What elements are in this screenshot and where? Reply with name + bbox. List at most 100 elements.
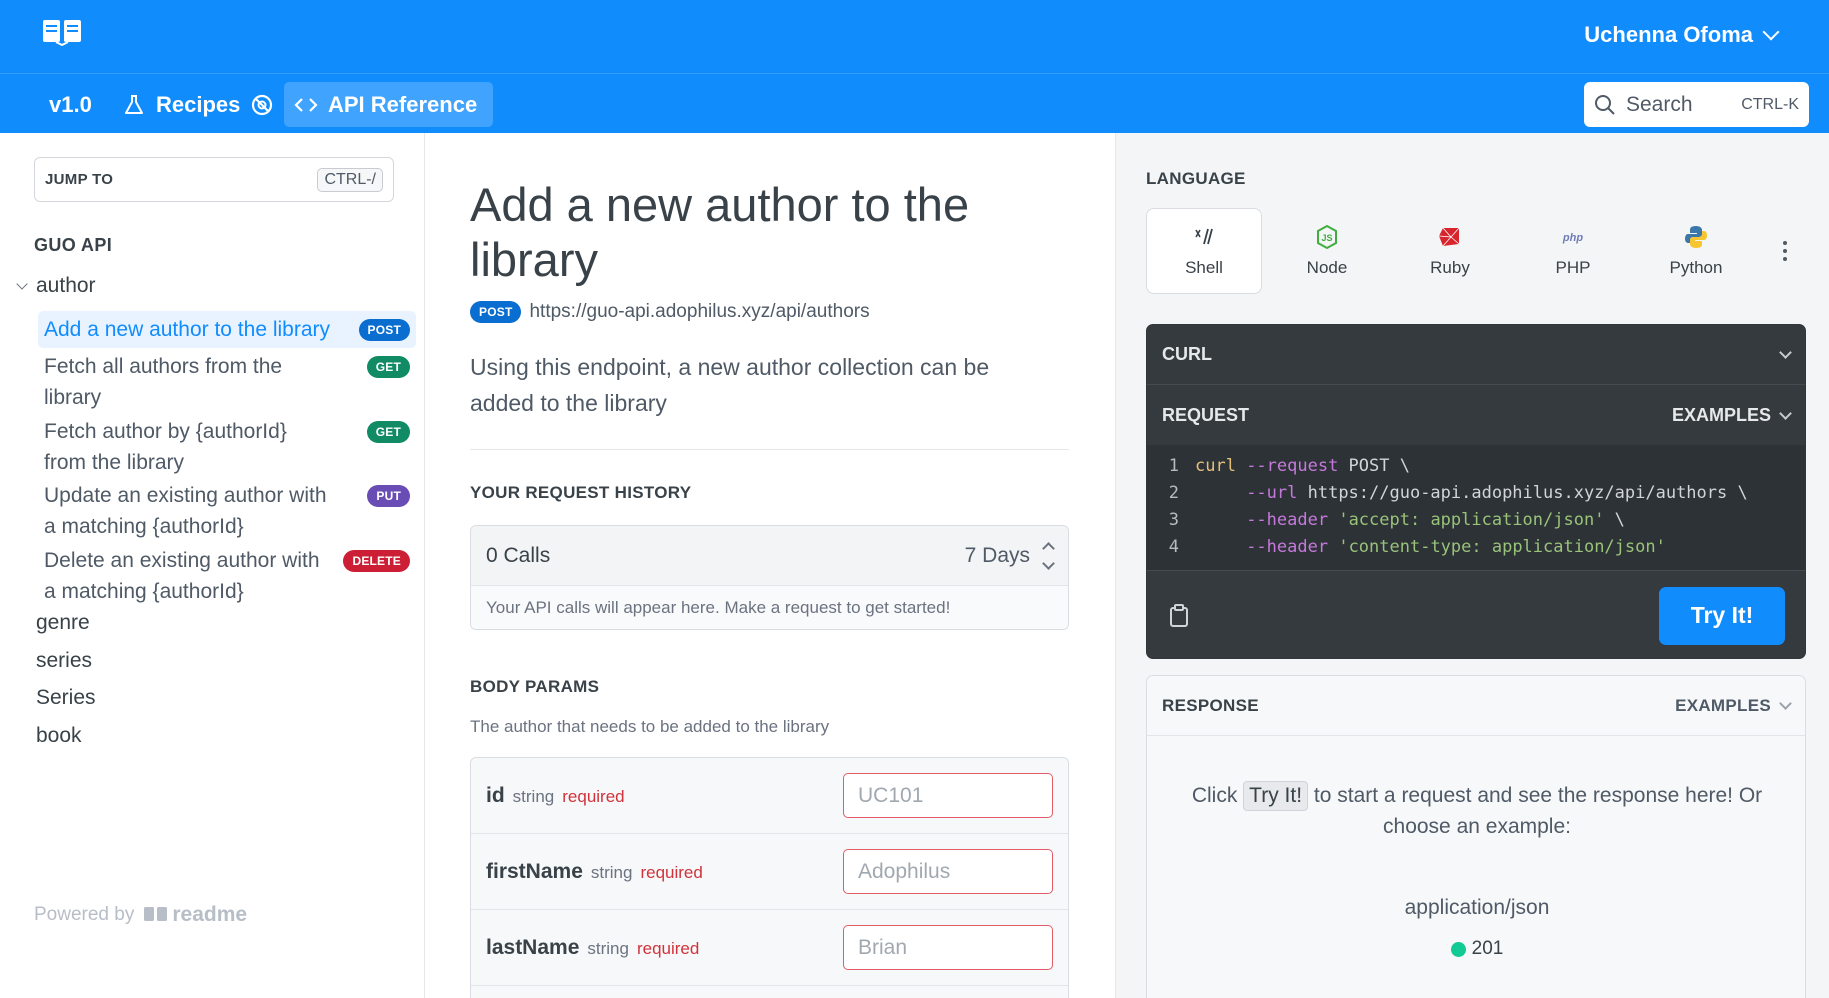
language-php[interactable]: php PHP (1515, 208, 1631, 294)
nav-recipes[interactable]: Recipes (110, 82, 286, 127)
language-node[interactable]: JS Node (1269, 208, 1385, 294)
param-name: id (486, 783, 505, 807)
sidebar-endpoint-label: Add a new author to the library (44, 318, 331, 341)
sidebar-endpoint-update-author[interactable]: Update an existing author with a matchin… (38, 477, 416, 545)
sidebar-endpoint-fetch-author-by-id[interactable]: Fetch author by {authorId} from the libr… (38, 413, 416, 481)
history-range-value: 7 Days (964, 543, 1030, 567)
response-example-type[interactable]: application/json (1147, 896, 1805, 920)
response-label: RESPONSE (1162, 695, 1259, 715)
sidebar: JUMP TO CTRL-/ GUO API author Add a new … (0, 133, 1137, 998)
param-meta: firstName string required (486, 860, 703, 884)
code-line: 1 curl --request POST \ (1147, 453, 1805, 480)
line-number: 3 (1168, 510, 1179, 530)
request-code-card: CURL REQUEST EXAMPLES 1 curl --request PO… (1146, 324, 1806, 659)
try-it-inline: Try It! (1243, 781, 1309, 811)
up-down-icon (1042, 541, 1055, 570)
code-block[interactable]: 1 curl --request POST \ 2 --url https://g… (1147, 445, 1805, 570)
sidebar-group-series[interactable]: series (14, 649, 1137, 792)
sidebar-endpoint-add-author[interactable]: Add a new author to the library POST (38, 311, 416, 348)
powered-by-readme[interactable]: Powered by readme (34, 903, 247, 927)
sidebar-endpoint-delete-author[interactable]: Delete an existing author with a matchin… (38, 542, 416, 610)
status-code: 201 (1471, 938, 1504, 959)
method-badge: PUT (367, 485, 410, 507)
nav-bar: v1.0 Recipes API Reference Search CTRL-K (0, 73, 1829, 133)
sidebar-endpoint-label: Delete an existing author with a matchin… (44, 549, 320, 603)
param-type: string (512, 786, 555, 806)
param-required: required (636, 938, 700, 958)
jump-to-shortcut: CTRL-/ (317, 167, 383, 192)
search-placeholder: Search (1626, 92, 1693, 116)
response-example-status[interactable]: 201 (1147, 938, 1805, 960)
jump-to-label: JUMP TO (45, 171, 114, 188)
sidebar-group-label: Series (36, 686, 96, 709)
search-shortcut: CTRL-K (1741, 95, 1799, 113)
powered-by-label: Powered by (34, 904, 135, 925)
code-token: --request (1235, 456, 1339, 476)
language-label: Python (1669, 258, 1723, 277)
svg-text:JS: JS (1321, 233, 1332, 243)
language-picker: Shell JS Node Ruby php PHP Python (1146, 208, 1806, 294)
code-line: 3 --header 'accept: application/json' \ (1147, 507, 1805, 534)
param-firstname-input[interactable]: Adophilus (843, 849, 1053, 894)
response-msg-text: Click (1191, 784, 1238, 807)
endpoint-url-row: POST https://guo-api.adophilus.xyz/api/a… (470, 301, 870, 323)
param-lastname-input[interactable]: Brian (843, 925, 1053, 970)
language-label: Shell (1185, 258, 1223, 277)
chevron-down-icon (1762, 23, 1780, 41)
body-params-panel: id string required UC101 firstName string re… (470, 757, 1069, 998)
code-footer: Try It! (1147, 570, 1805, 658)
svg-text:php: php (1562, 232, 1583, 244)
chevron-right-icon (14, 653, 1137, 792)
try-it-button[interactable]: Try It! (1659, 586, 1785, 645)
history-range-select[interactable]: 7 Days (964, 541, 1055, 570)
version-selector[interactable]: v1.0 (37, 82, 104, 127)
language-python[interactable]: Python (1638, 208, 1754, 294)
ruby-icon (1438, 227, 1460, 247)
line-number: 2 (1168, 483, 1179, 503)
more-languages-icon[interactable] (1773, 236, 1797, 266)
flask-icon (125, 94, 143, 114)
readme-logo-icon[interactable] (42, 18, 82, 46)
readme-logo-icon (144, 907, 168, 921)
language-shell[interactable]: Shell (1146, 208, 1262, 294)
top-header: Uchenna Ofoma (0, 0, 1829, 73)
language-label: Ruby (1430, 258, 1470, 277)
code-token: curl (1195, 456, 1236, 476)
readme-brand-label: readme (172, 903, 248, 926)
jump-to-input[interactable]: JUMP TO CTRL-/ (34, 157, 394, 202)
sidebar-endpoint-label: Fetch author by {authorId} from the libr… (44, 420, 287, 474)
history-empty-message: Your API calls will appear here. Make a … (471, 586, 1068, 629)
sidebar-group-book[interactable]: book (14, 724, 1137, 867)
nav-api-reference[interactable]: API Reference (284, 82, 494, 127)
code-token: --header (1246, 510, 1329, 530)
language-ruby[interactable]: Ruby (1392, 208, 1508, 294)
chevron-right-icon (14, 615, 1137, 754)
search-input[interactable]: Search CTRL-K (1584, 82, 1809, 127)
sidebar-endpoint-fetch-all-authors[interactable]: Fetch all authors from the library GET (38, 348, 416, 416)
clipboard-icon[interactable] (1169, 603, 1189, 628)
sidebar-group-author[interactable]: author (14, 274, 96, 298)
sidebar-group-series-2[interactable]: Series (14, 686, 1137, 829)
code-token: --header (1246, 537, 1329, 557)
examples-label: EXAMPLES (1675, 695, 1771, 715)
curl-header[interactable]: CURL (1147, 325, 1805, 385)
sidebar-endpoint-label: Fetch all authors from the library (44, 355, 283, 409)
param-meta: lastName string required (486, 936, 699, 960)
param-id-input[interactable]: UC101 (843, 773, 1053, 818)
response-examples-dropdown[interactable]: EXAMPLES (1675, 695, 1792, 716)
param-name: firstName (486, 859, 583, 883)
sidebar-endpoint-label: Update an existing author with a matchin… (44, 484, 327, 538)
method-badge: POST (358, 319, 410, 341)
param-row: lastName string required Brian (471, 910, 1068, 986)
param-required: required (562, 786, 625, 806)
request-history-panel: 0 Calls 7 Days Your API calls will appea… (470, 525, 1069, 630)
chevron-right-icon (14, 728, 1137, 867)
user-menu[interactable]: Uchenna Ofoma (1584, 22, 1780, 48)
request-examples-dropdown[interactable]: EXAMPLES (1672, 405, 1792, 426)
endpoint-url: https://guo-api.adophilus.xyz/api/author… (529, 301, 870, 322)
body-params-title: BODY PARAMS (470, 677, 600, 696)
sidebar-group-genre[interactable]: genre (14, 611, 1137, 754)
readme-brand: readme (144, 903, 247, 927)
